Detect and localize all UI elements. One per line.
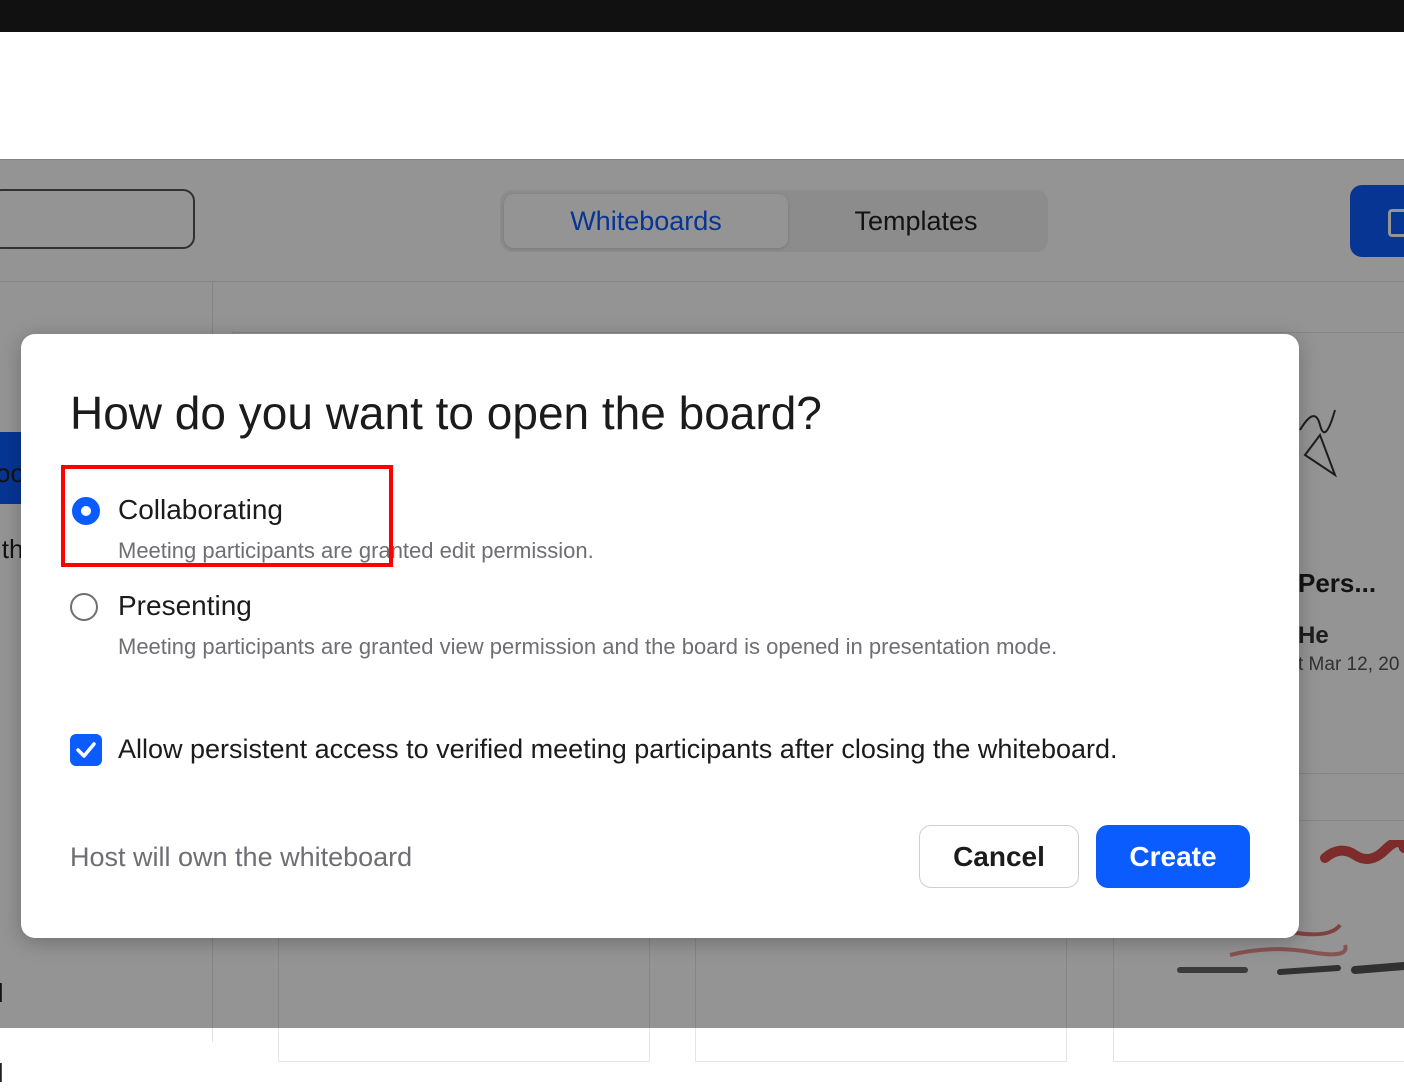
system-top-bar [0, 0, 1404, 32]
presenting-label[interactable]: Presenting [118, 590, 252, 622]
checkmark-icon [76, 742, 96, 758]
persistent-access-label[interactable]: Allow persistent access to verified meet… [118, 734, 1118, 765]
create-button[interactable]: Create [1096, 825, 1250, 888]
sidebar-item-label: ll [0, 1058, 4, 1088]
dialog-title: How do you want to open the board? [70, 387, 822, 439]
presenting-description: Meeting participants are granted view pe… [118, 634, 1058, 659]
host-ownership-note: Host will own the whiteboard [70, 842, 413, 872]
open-board-dialog: How do you want to open the board? Colla… [21, 334, 1299, 938]
highlight-box [61, 465, 393, 567]
persistent-access-checkbox[interactable] [70, 734, 102, 766]
presenting-radio[interactable] [70, 593, 98, 621]
cancel-button[interactable]: Cancel [919, 825, 1079, 888]
